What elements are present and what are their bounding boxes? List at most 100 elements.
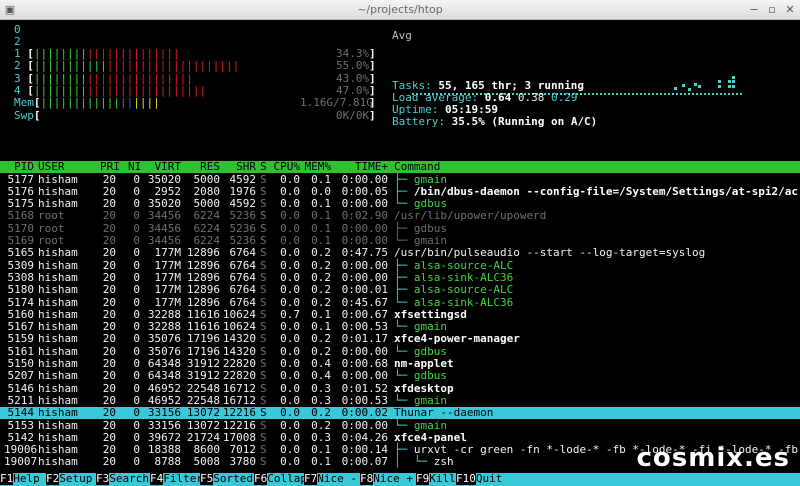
process-row[interactable]: 5153 hisham 20 0 33156 13072 12216 S 0.0 0.2 0:00.…: [0, 418, 800, 432]
cpu-meter-value: 55.0%: [336, 59, 370, 73]
column-header-user[interactable]: USER: [38, 160, 65, 173]
window-menu-icon[interactable]: ▣: [3, 3, 17, 17]
cell-cpu: 0.0: [280, 332, 300, 346]
graph-dot: [692, 93, 694, 95]
graph-dot: [684, 93, 686, 95]
cell-s: S: [260, 246, 267, 260]
meter-bar-green: ||||||||: [33, 83, 87, 97]
maximize-icon[interactable]: ▫: [765, 3, 779, 17]
cell-mem: 0.2: [311, 246, 331, 260]
tree-branch: └─: [394, 393, 414, 407]
cell-cpu: 0.0: [280, 455, 300, 469]
function-key-f10[interactable]: F10Quit: [456, 472, 502, 486]
graph-dot: [700, 93, 702, 95]
column-header-cpu[interactable]: CPU%: [270, 160, 301, 173]
tree-branch: └─: [394, 295, 414, 309]
cpu-meter-label: 3: [14, 71, 28, 85]
cell-virt: 35020: [147, 172, 181, 186]
process-row[interactable]: 5176 hisham 20 0 2952 2080 1976 S 0.0 0.0 0:00.05 ├…: [0, 185, 800, 198]
graph-dot: [608, 93, 610, 95]
process-row[interactable]: 5168 root 20 0 34456 6224 5236 S 0.0 0.1 0:02.90/u…: [0, 209, 800, 223]
graph-dot: [736, 93, 738, 95]
function-key-f4[interactable]: F4Filter: [150, 472, 203, 486]
htop-screen[interactable]: 0 2 1 [|||||||||||||||||||||| 34.3%] 2 [||…: [0, 20, 800, 486]
process-row[interactable]: 5160 hisham 20 0 32288 11616 10624 S 0.7 0.1 0:00.…: [0, 307, 800, 321]
cell-command: /usr/lib/upower/upowerd: [394, 209, 547, 223]
cell-mem: 0.2: [311, 283, 331, 297]
column-header-time[interactable]: TIME+: [336, 160, 388, 173]
process-row[interactable]: 5177 hisham 20 0 35020 5000 4592 S 0.0 0.1 0:00.00…: [0, 172, 800, 186]
cell-shr: 12216: [222, 418, 256, 432]
command-name: gmain: [413, 320, 447, 334]
process-row[interactable]: 5175 hisham 20 0 35020 5000 4592 S 0.0 0.1 0:00.00…: [0, 197, 800, 210]
column-header-mem[interactable]: MEM%: [303, 160, 332, 173]
function-key-f7[interactable]: F7Nice -: [304, 472, 357, 486]
column-header-pid[interactable]: PID: [4, 160, 34, 173]
cell-pri: 20: [102, 295, 116, 309]
process-row[interactable]: 5169 root 20 0 34456 6224 5236 S 0.0 0.1 0:00.00 └─…: [0, 234, 800, 247]
graph-dot: [632, 93, 634, 95]
window-titlebar[interactable]: ~/projects/htop ▣ − ▫ ✕: [0, 0, 800, 20]
cell-cpu: 0.0: [280, 209, 300, 223]
graph-dot: [588, 93, 590, 95]
cell-mem: 0.1: [311, 209, 331, 223]
column-header-s[interactable]: S: [260, 160, 267, 173]
column-header-res[interactable]: RES: [186, 160, 220, 173]
process-row[interactable]: 5207 hisham 20 0 64348 31912 22820 S 0.0 0.4 0:00.…: [0, 369, 800, 383]
process-row[interactable]: 5144 hisham 20 0 33156 13072 12216 S 0.0 0.2 0:00.…: [0, 406, 800, 420]
cell-virt: 177M: [154, 295, 182, 309]
function-key-label: Collap: [267, 472, 307, 485]
process-row[interactable]: 5142 hisham 20 0 39672 21724 17008 S 0.0 0.3 0:04.…: [0, 431, 800, 444]
process-row[interactable]: 5146 hisham 20 0 46952 22548 16712 S 0.0 0.3 0:01.…: [0, 382, 800, 395]
function-key-f2[interactable]: F2Setup: [46, 472, 92, 486]
function-key-f6[interactable]: F6Collap: [254, 472, 307, 486]
battery-meter: Battery: 35.5% (Running on A/C): [392, 115, 598, 128]
cell-ni: 0: [133, 172, 140, 186]
meter-bar-red: ||||||||||||||: [86, 47, 180, 60]
window-title: ~/projects/htop: [357, 3, 443, 16]
close-icon[interactable]: ✕: [783, 3, 797, 17]
column-header-pri[interactable]: PRI: [100, 160, 120, 173]
column-header-virt[interactable]: VIRT: [145, 160, 182, 173]
cell-cpu: 0.0: [280, 418, 300, 432]
column-header-ni[interactable]: NI: [128, 160, 141, 173]
cpu-meter-label: 2: [14, 59, 28, 73]
cell-user: root: [38, 209, 65, 223]
process-row[interactable]: 5211 hisham 20 0 46952 22548 16712 S 0.0 0.3 0:00.…: [0, 393, 800, 407]
command-name: alsa-sink-ALC36: [413, 295, 514, 309]
process-row[interactable]: 5180 hisham 20 0 177M 12896 6764 S 0.0 0.2 0:00.01…: [0, 283, 800, 297]
cell-time: 0:01.17: [341, 332, 388, 346]
command-name: xfsettingsd: [394, 307, 467, 321]
minimize-icon[interactable]: −: [747, 3, 761, 17]
process-table-header[interactable]: PID USER PRI NI VIRT RES SHR S CPU% MEM% TIME+ Comm…: [0, 160, 800, 173]
process-row[interactable]: 5309 hisham 20 0 177M 12896 6764 S 0.0 0.2 0:00.00…: [0, 259, 800, 272]
command-name: gmain: [413, 418, 447, 432]
cell-pri: 20: [102, 369, 116, 383]
column-header-shr[interactable]: SHR: [222, 160, 256, 173]
process-row[interactable]: 5174 hisham 20 0 177M 12896 6764 S 0.0 0.2 0:45.67…: [0, 295, 800, 309]
function-key-f3[interactable]: F3Search: [96, 472, 149, 486]
command-name: xfce4-power-manager: [394, 332, 520, 346]
graph-dot: [660, 93, 662, 95]
cell-s: S: [260, 295, 267, 309]
function-key-f5[interactable]: F5Sorted: [200, 472, 253, 486]
process-row[interactable]: 5161 hisham 20 0 35076 17196 14320 S 0.0 0.2 0:00.…: [0, 345, 800, 358]
process-row[interactable]: 5167 hisham 20 0 32288 11616 10624 S 0.0 0.1 0:00.…: [0, 320, 800, 334]
function-key-f1[interactable]: F1Help: [0, 472, 40, 486]
meter-bracket: [: [27, 71, 34, 85]
column-header-command[interactable]: Command: [394, 160, 440, 173]
process-row[interactable]: 5165 hisham 20 0 177M 12896 6764 S 0.0 0.2 0:47.75…: [0, 246, 800, 260]
function-key-number: F8: [360, 472, 374, 485]
cpu-meter-value: 34.3%: [336, 47, 370, 60]
graph-dot: [652, 93, 654, 95]
graph-dot: [708, 93, 710, 95]
function-key-label: Help: [13, 472, 40, 485]
tree-branch: └─: [394, 369, 414, 383]
process-row[interactable]: 5170 root 20 0 34456 6224 5236 S 0.0 0.1 0:00.00 ├─…: [0, 222, 800, 235]
cell-user: hisham: [38, 332, 78, 346]
cell-user: hisham: [38, 246, 78, 260]
function-key-f8[interactable]: F8Nice +: [360, 472, 413, 486]
graph-dot: [720, 93, 722, 95]
function-key-f9[interactable]: F9Kill: [416, 472, 456, 486]
process-row[interactable]: 5159 hisham 20 0 35076 17196 14320 S 0.0 0.2 0:01.…: [0, 332, 800, 346]
